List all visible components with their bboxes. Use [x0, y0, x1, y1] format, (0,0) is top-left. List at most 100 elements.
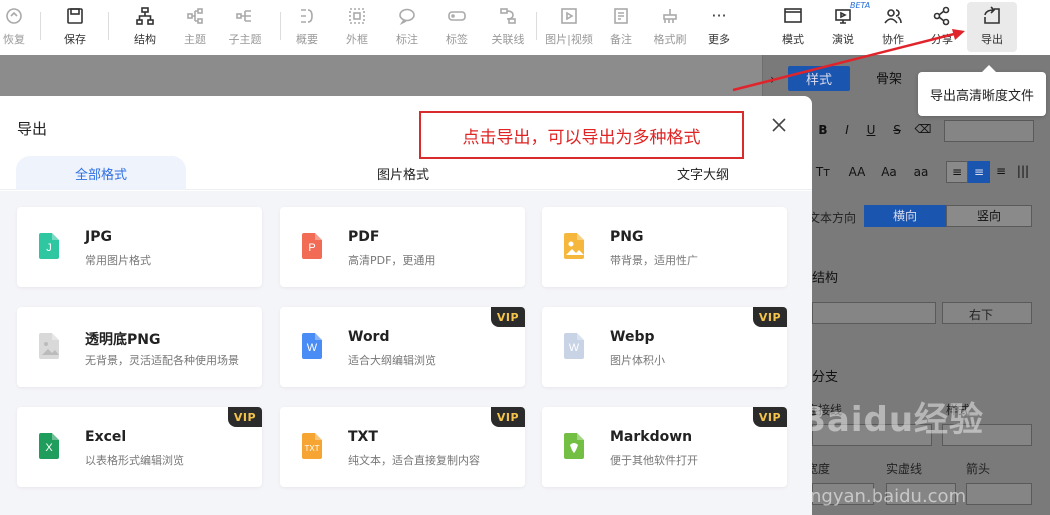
format-card-webp[interactable]: W Webp 图片体积小 VIP	[542, 307, 787, 387]
comment-icon	[392, 2, 422, 30]
share-icon	[927, 2, 957, 30]
toolbar-divider	[536, 12, 537, 40]
structure-icon	[130, 2, 160, 30]
tag-button[interactable]: 标签	[442, 2, 472, 52]
tab-all-formats[interactable]: 全部格式	[16, 156, 186, 190]
summary-button[interactable]: 概要	[292, 2, 322, 52]
tab-text-outline[interactable]: 文字大纲	[618, 156, 788, 190]
format-name: Excel	[85, 429, 127, 445]
top-toolbar: 恢复 保存 结构 主题 子主题 概要 外框 标注 标签 关联线 图片|视频 备注…	[0, 0, 1050, 55]
branch-section-title: 分支	[812, 370, 839, 385]
format-description: 以表格形式编辑浏览	[85, 454, 184, 467]
collab-button[interactable]: 协作	[876, 2, 910, 52]
structure-section-title: 结构	[812, 271, 839, 286]
tab-style[interactable]: 样式	[788, 66, 851, 91]
topic-button[interactable]: 主题	[180, 2, 210, 52]
format-name: Webp	[610, 329, 655, 345]
note-button[interactable]: 备注	[606, 2, 636, 52]
tab-skeleton[interactable]: 骨架	[876, 68, 902, 87]
media-icon	[554, 2, 584, 30]
note-icon	[606, 2, 636, 30]
format-card-png[interactable]: PNG 带背景，适用性广	[542, 207, 787, 287]
file-7-icon: X	[39, 433, 59, 459]
file-9-icon	[564, 433, 584, 459]
format-grid: J JPG 常用图片格式 P PDF 高清PDF，更通用 PNG 带背景，适用性广透明底PNG…	[0, 191, 812, 515]
format-card-txt[interactable]: TXT TXT 纯文本，适合直接复制内容 VIP	[280, 407, 525, 487]
svg-text:W: W	[307, 342, 318, 354]
solid-line-label: 实虚线	[886, 462, 923, 476]
mode-icon	[778, 2, 808, 30]
arrow-select[interactable]	[966, 483, 1032, 505]
italic-button[interactable]: I	[836, 123, 858, 137]
format-card-markdown[interactable]: Markdown 便于其他软件打开 VIP	[542, 407, 787, 487]
file-1-icon: J	[39, 233, 59, 259]
format-card-jpg[interactable]: J JPG 常用图片格式	[17, 207, 262, 287]
format-description: 常用图片格式	[85, 254, 151, 267]
vertical-button[interactable]: 竖向	[946, 205, 1032, 227]
format-description: 无背景，灵活适配各种使用场景	[85, 354, 239, 367]
layout-select[interactable]: 右下	[942, 302, 1032, 324]
text-size-aa-big[interactable]: AA	[844, 165, 870, 179]
save-button[interactable]: 保存	[58, 2, 92, 52]
relation-button[interactable]: 关联线	[488, 2, 528, 52]
format-description: 图片体积小	[610, 354, 665, 367]
align-center-icon[interactable]: ≡	[968, 161, 990, 183]
format-name: TXT	[348, 429, 378, 445]
beta-badge: BETA	[850, 1, 871, 10]
align-justify-icon[interactable]: |||	[1012, 164, 1034, 178]
bold-button[interactable]: B	[812, 123, 834, 137]
structure-select[interactable]	[812, 302, 936, 324]
format-description: 高清PDF，更通用	[348, 254, 436, 267]
frame-icon	[342, 2, 372, 30]
format-name: Word	[348, 329, 390, 345]
frame-button[interactable]: 外框	[342, 2, 372, 52]
eraser-icon[interactable]: ⌫	[912, 122, 934, 136]
media-button[interactable]: 图片|视频	[542, 2, 596, 52]
vip-badge: VIP	[491, 307, 525, 327]
baidu-watermark-url: jingyan.baidu.com	[800, 486, 967, 507]
text-size-aa[interactable]: Aa	[876, 165, 902, 179]
export-button[interactable]: 导出	[967, 2, 1017, 52]
format-description: 便于其他软件打开	[610, 454, 698, 467]
svg-text:P: P	[308, 242, 315, 254]
text-size-tt[interactable]: Tт	[812, 165, 834, 179]
toolbar-divider	[40, 12, 41, 40]
file-5-icon: W	[302, 333, 322, 359]
format-card-pdf[interactable]: P PDF 高清PDF，更通用	[280, 207, 525, 287]
align-left-icon[interactable]: ≡	[946, 161, 968, 183]
subtopic-button[interactable]: 子主题	[224, 2, 266, 52]
format-tabs: 全部格式 图片格式 文字大纲	[0, 156, 812, 190]
format-name: 透明底PNG	[85, 332, 161, 348]
export-tooltip: 导出高清晰度文件	[918, 65, 1046, 116]
font-color-select[interactable]	[944, 120, 1034, 142]
more-button[interactable]: ··· 更多	[704, 2, 734, 52]
svg-text:W: W	[569, 342, 580, 354]
horizontal-button[interactable]: 横向	[864, 205, 946, 227]
underline-button[interactable]: U	[860, 123, 882, 137]
file-8-icon: TXT	[302, 433, 322, 459]
strike-button[interactable]: S	[886, 123, 908, 137]
dialog-title: 导出	[17, 120, 48, 138]
panel-collapse-icon[interactable]: ›	[770, 72, 776, 88]
toolbar-divider	[108, 12, 109, 40]
more-icon: ···	[711, 6, 727, 25]
vip-badge: VIP	[753, 307, 787, 327]
summary-icon	[292, 2, 322, 30]
format-name: PNG	[610, 229, 644, 245]
close-button[interactable]	[768, 114, 790, 136]
format-card-png[interactable]: 透明底PNG 无背景，灵活适配各种使用场景	[17, 307, 262, 387]
share-button[interactable]: 分享	[924, 2, 960, 52]
comment-button[interactable]: 标注	[392, 2, 422, 52]
align-right-icon[interactable]: ≡	[990, 164, 1012, 178]
svg-text:X: X	[45, 442, 53, 454]
format-brush-button[interactable]: 格式刷	[650, 2, 690, 52]
text-size-aa-small[interactable]: aa	[908, 165, 934, 179]
format-card-excel[interactable]: X Excel 以表格形式编辑浏览 VIP	[17, 407, 262, 487]
file-6-icon: W	[564, 333, 584, 359]
tab-image-formats[interactable]: 图片格式	[318, 156, 488, 190]
structure-button[interactable]: 结构	[128, 2, 162, 52]
text-direction-label: 文本方向	[808, 211, 857, 225]
mode-button[interactable]: 模式	[776, 2, 810, 52]
redo-button[interactable]: 恢复	[0, 2, 28, 52]
format-card-word[interactable]: W Word 适合大纲编辑浏览 VIP	[280, 307, 525, 387]
